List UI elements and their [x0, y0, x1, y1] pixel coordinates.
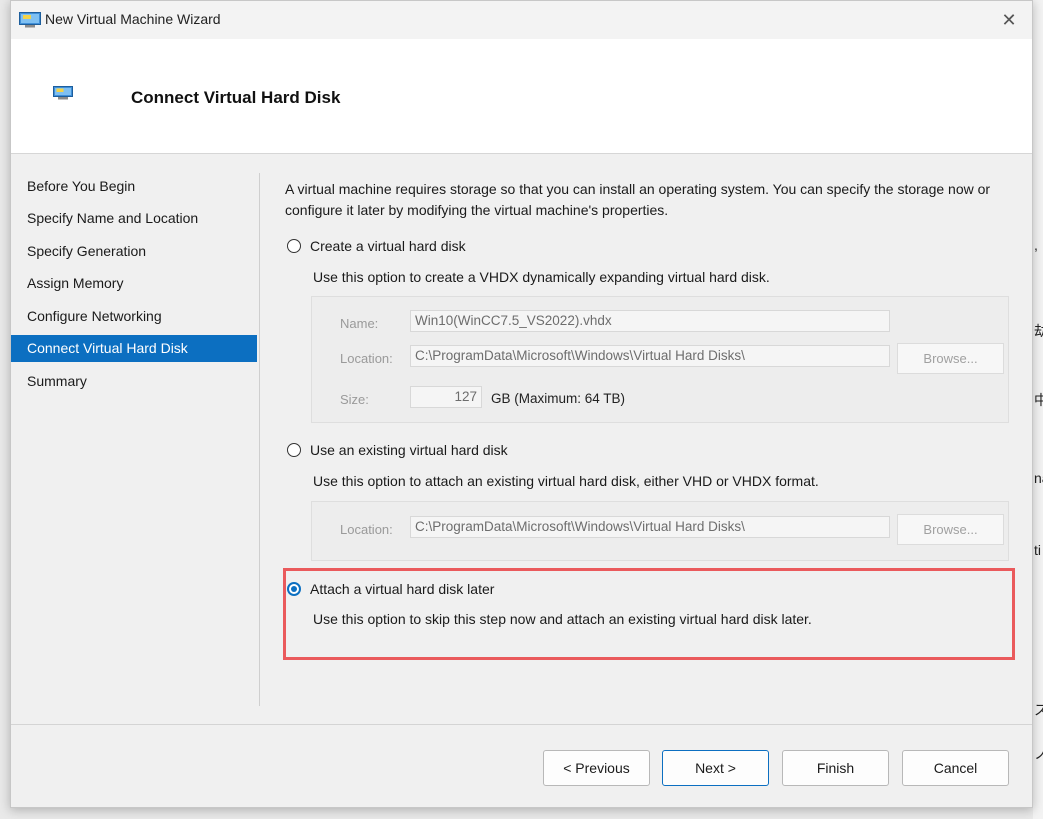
next-button[interactable]: Next > [662, 750, 769, 786]
create-vhd-description: Use this option to create a VHDX dynamic… [313, 269, 770, 285]
existing-vhd-group: Location: C:\ProgramData\Microsoft\Windo… [311, 501, 1009, 561]
step-specify-name-and-location[interactable]: Specify Name and Location [11, 205, 257, 232]
radio-button[interactable] [287, 443, 301, 457]
close-button[interactable]: ✕ [986, 1, 1032, 39]
title-bar[interactable]: New Virtual Machine Wizard ✕ [11, 1, 1032, 39]
size-unit: GB (Maximum: 64 TB) [491, 391, 626, 406]
size-label: Size: [340, 392, 369, 407]
create-vhd-group: Name: Win10(WinCC7.5_VS2022).vhdx Locati… [311, 296, 1009, 423]
page-content: A virtual machine requires storage so th… [273, 154, 1015, 714]
browse-button[interactable]: Browse... [897, 514, 1004, 545]
footer-divider [11, 724, 1032, 725]
create-vhd-label: Create a virtual hard disk [310, 238, 466, 254]
existing-vhd-label: Use an existing virtual hard disk [310, 442, 508, 458]
existing-vhd-radio[interactable]: Use an existing virtual hard disk [287, 442, 508, 458]
page-title: Connect Virtual Hard Disk [131, 88, 341, 107]
attach-later-description: Use this option to skip this step now an… [313, 611, 812, 627]
existing-vhd-description: Use this option to attach an existing vi… [313, 473, 819, 489]
background-text: ス [1034, 702, 1043, 718]
size-input[interactable]: 127 [410, 386, 482, 408]
background-text: 劫 [1034, 323, 1043, 339]
step-assign-memory[interactable]: Assign Memory [11, 270, 257, 297]
location-input[interactable]: C:\ProgramData\Microsoft\Windows\Virtual… [410, 516, 890, 538]
background-text: 中 [1034, 392, 1043, 408]
name-input[interactable]: Win10(WinCC7.5_VS2022).vhdx [410, 310, 890, 332]
location-label: Location: [340, 351, 393, 366]
name-label: Name: [340, 316, 379, 331]
background-text: na [1034, 470, 1043, 486]
radio-button-selected[interactable] [287, 582, 301, 596]
page-header: Connect Virtual Hard Disk [11, 39, 1032, 154]
create-vhd-radio[interactable]: Create a virtual hard disk [287, 238, 466, 254]
location-input[interactable]: C:\ProgramData\Microsoft\Windows\Virtual… [410, 345, 890, 367]
attach-later-radio[interactable]: Attach a virtual hard disk later [287, 581, 494, 597]
virtual-machine-icon [19, 12, 41, 28]
close-icon: ✕ [1001, 9, 1017, 30]
finish-button[interactable]: Finish [782, 750, 889, 786]
wizard-dialog: New Virtual Machine Wizard ✕ Connect Vir… [10, 0, 1033, 808]
step-summary[interactable]: Summary [11, 368, 257, 395]
attach-later-label: Attach a virtual hard disk later [310, 581, 495, 597]
background-text: ノ [1034, 746, 1043, 762]
location-label: Location: [340, 522, 393, 537]
step-specify-generation[interactable]: Specify Generation [11, 238, 257, 265]
browse-button[interactable]: Browse... [897, 343, 1004, 374]
window-title: New Virtual Machine Wizard [45, 11, 221, 27]
step-connect-virtual-hard-disk[interactable]: Connect Virtual Hard Disk [11, 335, 257, 362]
divider [259, 173, 260, 706]
background-text: ti [1034, 542, 1041, 558]
previous-button[interactable]: < Previous [543, 750, 650, 786]
step-configure-networking[interactable]: Configure Networking [11, 303, 257, 330]
step-before-you-begin[interactable]: Before You Begin [11, 173, 257, 200]
intro-text: A virtual machine requires storage so th… [285, 181, 991, 218]
virtual-machine-icon [53, 86, 73, 100]
background-text: , [1034, 237, 1038, 253]
radio-button[interactable] [287, 239, 301, 253]
cancel-button[interactable]: Cancel [902, 750, 1009, 786]
